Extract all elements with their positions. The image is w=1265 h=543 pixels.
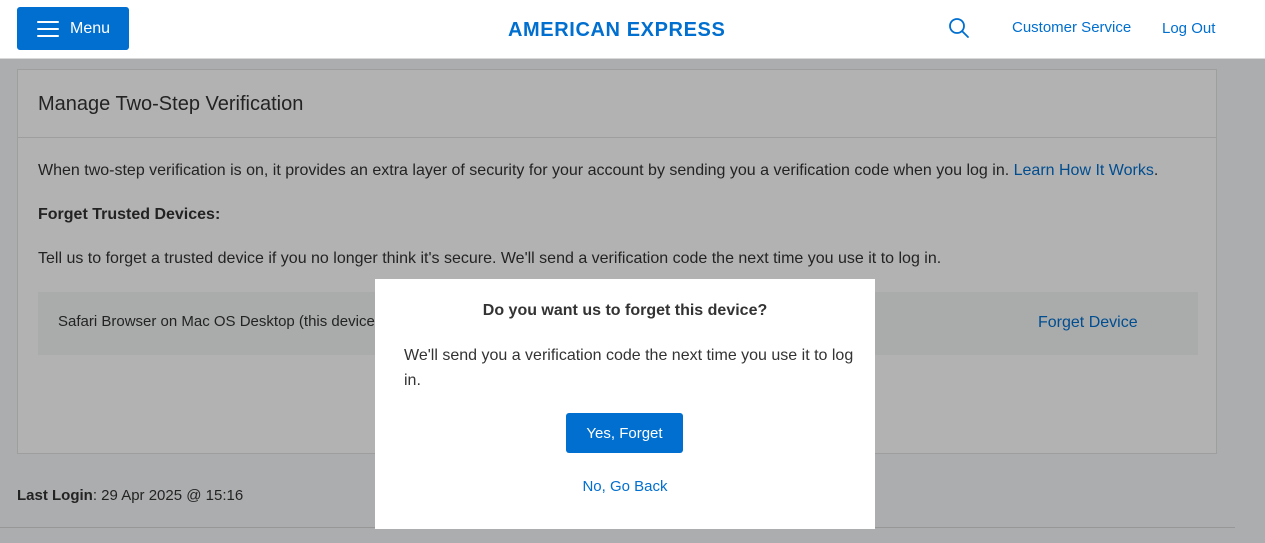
- yes-forget-button[interactable]: Yes, Forget: [566, 413, 683, 453]
- brand-logo[interactable]: AMERICAN EXPRESS: [508, 19, 725, 42]
- top-header: Menu AMERICAN EXPRESS Customer Service L…: [0, 0, 1265, 59]
- customer-service-link[interactable]: Customer Service: [1012, 19, 1131, 36]
- menu-button-label: Menu: [70, 19, 111, 37]
- log-out-link[interactable]: Log Out: [1162, 20, 1215, 37]
- menu-button[interactable]: Menu: [17, 7, 129, 50]
- hamburger-icon: [37, 20, 59, 37]
- forget-device-dialog: Do you want us to forget this device? We…: [375, 279, 875, 529]
- no-go-back-link[interactable]: No, Go Back: [375, 478, 875, 495]
- dialog-title: Do you want us to forget this device?: [482, 302, 768, 319]
- search-icon[interactable]: [947, 16, 971, 40]
- dialog-message: We'll send you a verification code the n…: [404, 347, 854, 389]
